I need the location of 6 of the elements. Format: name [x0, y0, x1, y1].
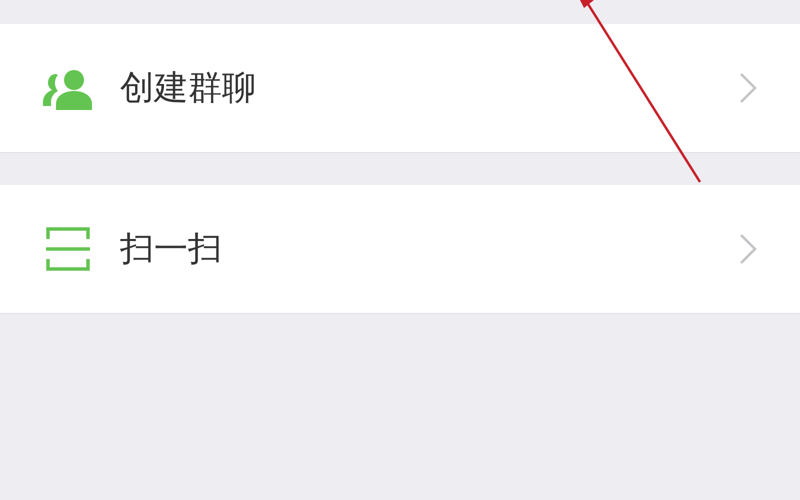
- menu-label: 创建群聊: [120, 67, 257, 110]
- chevron-icon: [738, 71, 758, 105]
- chevron-icon: [738, 232, 758, 266]
- menu-label: 扫一扫: [120, 228, 223, 271]
- menu-item[interactable]: 创建群聊: [0, 24, 800, 153]
- menu-item[interactable]: 扫一扫: [0, 185, 800, 314]
